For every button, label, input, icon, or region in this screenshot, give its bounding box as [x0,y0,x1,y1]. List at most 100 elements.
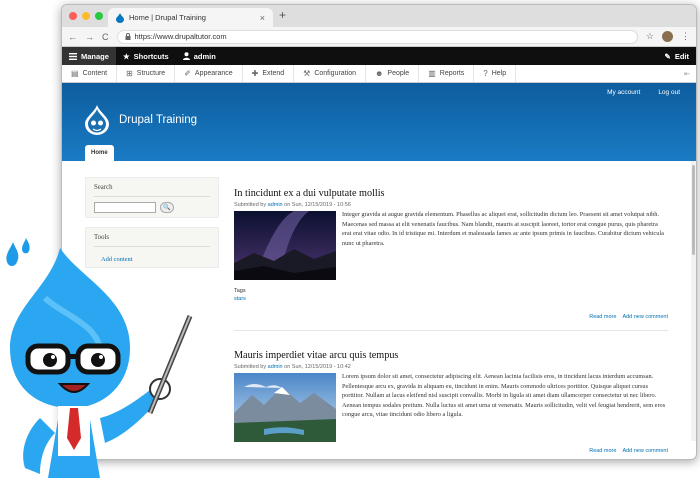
tray-item-people[interactable]: ☻ People [366,65,420,82]
tags-label: Tags [234,288,246,294]
search-input[interactable] [94,202,156,213]
tab-bar: Home | Drupal Training × + [62,5,696,27]
search-button[interactable]: 🔍 [160,202,174,213]
article-title[interactable]: In tincidunt ex a dui vulputate mollis [234,188,668,199]
tray-item-reports[interactable]: ▥ Reports [419,65,475,82]
tray-item-content[interactable]: ▤ Content [62,65,118,82]
edit-label: Edit [674,51,689,61]
article-body: Integer gravida at augue gravida element… [342,211,664,247]
article-meta: Submitted by admin on Sun, 12/15/2019 - … [234,202,668,208]
appearance-icon: ✐ [184,69,191,78]
shortcuts-button[interactable]: ★ Shortcuts [116,47,176,65]
tray-item-configuration[interactable]: ⚒ Configuration [294,65,366,82]
extend-icon: ✚ [251,69,259,78]
log-out-link[interactable]: Log out [658,89,680,96]
tray-item-label: Appearance [194,70,233,77]
article-teaser: Mauris imperdiet vitae arcu quis tempus … [234,350,668,459]
article-meta: Submitted by admin on Sun, 12/15/2019 - … [234,364,668,370]
collapse-tray-icon[interactable]: ⇤ [684,70,696,78]
maximize-window-button[interactable] [95,12,103,20]
scrollbar[interactable] [691,161,696,441]
tray-item-label: People [387,70,410,77]
read-more-link[interactable]: Read more [589,448,616,454]
url-text: https://www.drupaltutor.com [134,32,227,41]
drupal-mascot-illustration [6,238,193,478]
pencil-icon: ✎ [664,51,671,61]
close-window-button[interactable] [69,12,77,20]
tag-link[interactable]: stars [234,296,246,302]
tab-home[interactable]: Home [85,145,114,161]
secondary-nav: My account Log out [607,89,680,96]
read-more-link[interactable]: Read more [589,314,616,320]
article-body: Lorem ipsum dolor sit amet, consectetur … [342,373,666,419]
manage-label: Manage [81,51,109,61]
help-icon: ? [483,69,488,78]
tray-item-label: Reports [439,70,465,77]
bookmark-star-icon[interactable]: ☆ [646,31,654,42]
site-name[interactable]: Drupal Training [119,114,197,126]
add-comment-link[interactable]: Add new comment [622,314,668,320]
structure-icon: ⊞ [126,69,133,78]
add-comment-link[interactable]: Add new comment [622,448,668,454]
profile-avatar[interactable] [662,31,673,42]
shortcuts-label: Shortcuts [133,51,169,61]
tab-close-icon[interactable]: × [260,13,265,23]
window-controls [69,12,103,20]
tray-item-help[interactable]: ? Help [474,65,517,82]
site-header: My account Log out Drupal Training Home [62,83,696,161]
forward-icon[interactable]: → [85,32,94,42]
article-tags: Tags stars [234,288,246,302]
admin-tray: ▤ Content ⊞ Structure ✐ Appearance ✚ Extend … [62,65,696,83]
scrollbar-thumb[interactable] [692,165,695,255]
address-bar-row: ← → C https://www.drupaltutor.com ☆ ⋮ [62,27,696,47]
browser-menu-icon[interactable]: ⋮ [681,31,690,42]
user-label: admin [193,51,216,61]
content-icon: ▤ [71,69,79,78]
article-image[interactable] [234,211,336,280]
submitted-date: on Sun, 12/15/2019 - 10:42 [284,364,351,370]
edit-button[interactable]: ✎ Edit [658,47,696,65]
search-block: Search 🔍 [85,177,219,218]
article-image[interactable] [234,373,336,442]
author-link[interactable]: admin [268,364,283,370]
tab-title: Home | Drupal Training [129,13,206,22]
user-icon [182,52,190,60]
drupal-favicon-icon [116,12,124,23]
submitted-prefix: Submitted by [234,364,267,370]
hamburger-icon [69,52,77,60]
back-icon[interactable]: ← [68,32,77,42]
tray-item-extend[interactable]: ✚ Extend [243,65,295,82]
tray-item-label: Configuration [314,70,356,77]
search-form: 🔍 [94,202,210,213]
new-tab-button[interactable]: + [279,8,286,22]
article-title[interactable]: Mauris imperdiet vitae arcu quis tempus [234,350,668,361]
tray-item-label: Extend [262,70,285,77]
browser-tab[interactable]: Home | Drupal Training × [108,8,273,27]
tray-item-structure[interactable]: ⊞ Structure [117,65,176,82]
configuration-icon: ⚒ [303,69,311,78]
search-icon: 🔍 [163,205,171,211]
my-account-link[interactable]: My account [607,89,640,96]
admin-toolbar: Manage ★ Shortcuts admin ✎ Edit [62,47,696,65]
star-icon: ★ [122,51,130,61]
manage-button[interactable]: Manage [62,47,116,65]
author-link[interactable]: admin [268,202,283,208]
tray-item-label: Content [82,70,108,77]
search-block-title: Search [94,184,210,197]
reload-icon[interactable]: C [102,32,109,42]
drupal-logo-icon[interactable] [85,105,109,135]
url-field[interactable]: https://www.drupaltutor.com [116,29,638,44]
user-button[interactable]: admin [176,47,223,65]
tray-item-appearance[interactable]: ✐ Appearance [175,65,243,82]
minimize-window-button[interactable] [82,12,90,20]
divider [234,330,668,331]
tray-item-label: Structure [136,70,166,77]
lock-icon [125,33,130,40]
reports-icon: ▥ [428,69,436,78]
people-icon: ☻ [374,69,384,78]
article-links: Read more Add new comment [589,448,668,454]
article-teaser: In tincidunt ex a dui vulputate mollis S… [234,188,668,320]
tray-item-label: Help [491,70,507,77]
submitted-date: on Sun, 12/15/2019 - 10:56 [284,202,351,208]
submitted-prefix: Submitted by [234,202,267,208]
